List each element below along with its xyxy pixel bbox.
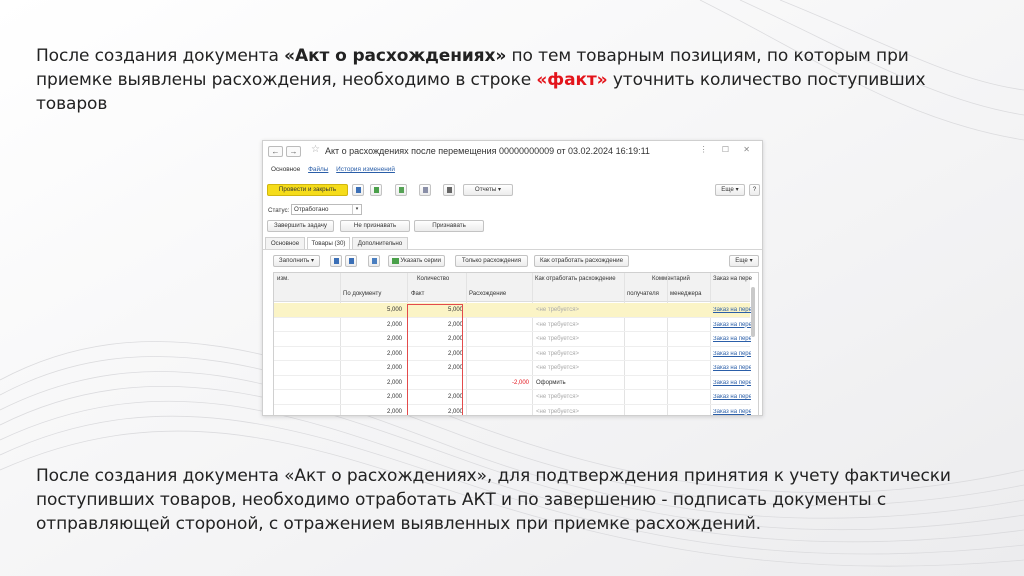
cell-by-document: 2,000	[386, 350, 402, 357]
document-window: ← → ☆ Акт о расхождениях после перемещен…	[262, 140, 763, 416]
cell-how-process: Оформить	[536, 379, 566, 386]
table-row[interactable]: 2,000 2,000 <не требуется> Заказ на пере	[274, 332, 751, 347]
document-icon[interactable]	[419, 184, 431, 196]
cell-how-process: <не требуется>	[536, 365, 579, 371]
table-header: изм. Количество По документу Факт Расхож…	[274, 273, 752, 302]
cell-order-link[interactable]: Заказ на пере	[713, 322, 751, 328]
instruction-text-bottom: После создания документа «Акт о расхожде…	[36, 466, 951, 534]
specify-series-label: Указать серии	[400, 257, 441, 264]
how-to-process-button[interactable]: Как отработать расхождение	[534, 255, 629, 267]
instruction-text-top: После создания документа «Акт о расхожде…	[36, 44, 936, 116]
save-icon[interactable]	[352, 184, 364, 196]
arrow-down-icon[interactable]	[345, 255, 357, 267]
table-row[interactable]: 2,000 2,000 <не требуется> Заказ на пере	[274, 390, 751, 405]
tab-main[interactable]: Основное	[271, 166, 300, 173]
structure-icon[interactable]	[395, 184, 407, 196]
reports-button[interactable]: Отчеты ▾	[463, 184, 513, 196]
share-icon[interactable]	[368, 255, 380, 267]
cell-by-document: 2,000	[386, 321, 402, 328]
cell-how-process: <не требуется>	[536, 408, 579, 415]
table-row[interactable]: 2,000 -2,000 Оформить Заказ на пере	[274, 376, 751, 390]
back-button[interactable]: ←	[268, 146, 283, 157]
cell-how-process: <не требуется>	[536, 307, 579, 313]
post-icon[interactable]	[370, 184, 382, 196]
header-discrepancy: Расхождение	[469, 291, 507, 297]
header-how-process: Как отработать расхождение	[535, 276, 616, 282]
window-controls[interactable]: ⋮ ☐ ✕	[700, 145, 756, 154]
specify-series-button[interactable]: Указать серии	[388, 255, 445, 267]
cell-order-link[interactable]: Заказ на пере	[713, 336, 751, 342]
tab-additional[interactable]: Дополнительно	[352, 237, 408, 249]
header-comments: Комментарий	[652, 276, 690, 282]
cell-by-document: 2,000	[386, 336, 402, 342]
table-row[interactable]: 2,000 2,000 <не требуется> Заказ на пере	[274, 361, 751, 376]
header-unit: изм.	[277, 276, 289, 282]
arrow-up-icon[interactable]	[330, 255, 342, 267]
text-part: После создания документа	[36, 46, 285, 66]
document-name-bold: «Акт о расхождениях»	[284, 46, 507, 66]
print-icon[interactable]	[443, 184, 455, 196]
cell-by-document: 2,000	[386, 365, 402, 371]
header-order: Заказ на пере	[713, 276, 752, 282]
complete-task-button[interactable]: Завершить задачу	[267, 220, 334, 232]
cell-by-document: 2,000	[386, 408, 402, 415]
cell-order-link[interactable]: Заказ на пере	[713, 380, 751, 386]
cell-by-document: 2,000	[386, 379, 402, 386]
cell-order-link[interactable]: Заказ на пере	[713, 307, 751, 313]
cell-discrepancy: -2,000	[511, 379, 529, 386]
tab-history[interactable]: История изменений	[336, 166, 395, 173]
goods-table: изм. Количество По документу Факт Расхож…	[273, 272, 759, 416]
cell-how-process: <не требуется>	[536, 321, 579, 328]
series-icon	[392, 258, 399, 264]
more-button[interactable]: Еще ▾	[715, 184, 745, 196]
cell-order-link[interactable]: Заказ на пере	[713, 394, 751, 400]
table-more-button[interactable]: Еще ▾	[729, 255, 759, 267]
cell-by-document: 5,000	[386, 307, 402, 313]
window-title: Акт о расхождениях после перемещения 000…	[325, 146, 650, 156]
divider	[263, 249, 762, 250]
tab-goods[interactable]: Товары (30)	[307, 237, 350, 249]
status-label: Статус:	[268, 207, 290, 214]
accept-button[interactable]: Признавать	[414, 220, 484, 232]
fact-highlight: «факт»	[536, 70, 608, 90]
chevron-down-icon: ▾	[352, 205, 361, 214]
table-row[interactable]: 2,000 2,000 <не требуется> Заказ на пере	[274, 347, 751, 361]
post-and-close-button[interactable]: Провести и закрыть	[267, 184, 348, 196]
header-by-document: По документу	[343, 291, 382, 297]
header-manager: менеджера	[670, 291, 702, 297]
header-recipient: получателя	[627, 291, 659, 297]
fill-button[interactable]: Заполнить ▾	[273, 255, 320, 267]
cell-how-process: <не требуется>	[536, 394, 579, 400]
forward-button[interactable]: →	[286, 146, 301, 157]
not-accept-button[interactable]: Не признавать	[340, 220, 410, 232]
status-value: Отработано	[294, 206, 329, 213]
cell-by-document: 2,000	[386, 394, 402, 400]
table-row[interactable]: 5,000 5,000 <не требуется> Заказ на пере	[274, 303, 751, 318]
cell-how-process: <не требуется>	[536, 350, 579, 357]
status-select[interactable]: Отработано ▾	[291, 204, 362, 215]
header-quantity: Количество	[417, 276, 450, 282]
scrollbar[interactable]	[751, 287, 755, 337]
table-row[interactable]: 2,000 2,000 <не требуется> Заказ на пере	[274, 405, 751, 416]
favorite-star-icon[interactable]: ☆	[311, 144, 320, 155]
header-fact: Факт	[411, 291, 425, 297]
help-button[interactable]: ?	[749, 184, 760, 196]
top-tabs: Основное Файлы История изменений	[271, 166, 401, 173]
cell-order-link[interactable]: Заказ на пере	[713, 351, 751, 357]
cell-how-process: <не требуется>	[536, 336, 579, 342]
cell-order-link[interactable]: Заказ на пере	[713, 365, 751, 371]
tab-main-form[interactable]: Основное	[265, 237, 305, 249]
fact-column-highlight	[407, 304, 463, 415]
title-bar: ← → ☆ Акт о расхождениях после перемещен…	[263, 141, 762, 161]
only-discrepancies-button[interactable]: Только расхождения	[455, 255, 528, 267]
tab-files[interactable]: Файлы	[308, 166, 328, 173]
cell-order-link[interactable]: Заказ на пере	[713, 409, 751, 415]
table-row[interactable]: 2,000 2,000 <не требуется> Заказ на пере	[274, 318, 751, 332]
